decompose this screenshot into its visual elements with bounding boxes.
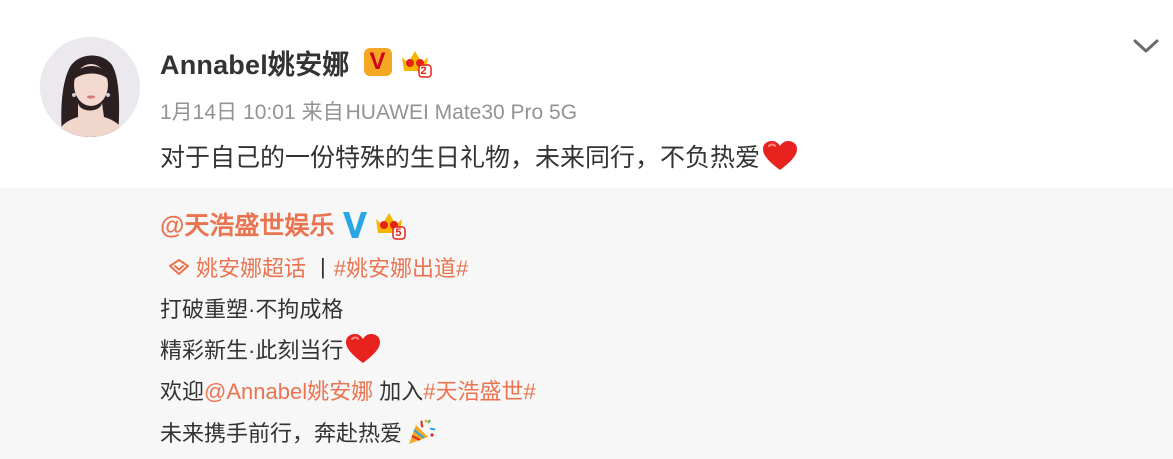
post-time[interactable]: 10:01 (243, 101, 296, 124)
post-text: 对于自己的一份特殊的生日礼物，未来同行，不负热爱 (160, 138, 798, 174)
chevron-down-icon[interactable] (1129, 30, 1163, 64)
vip-level: 2 (420, 65, 427, 77)
heart-emoji-icon (346, 334, 381, 363)
verified-badge-letter: V (369, 48, 386, 75)
vip-level: 5 (395, 227, 402, 239)
repost-card[interactable]: @天浩盛世娱乐 5 姚安娜超话 | #姚安娜出道# 打破重塑·不拘成格 精彩新生… (0, 188, 1173, 459)
avatar-portrait (40, 37, 140, 137)
post-source: HUAWEI Mate30 Pro 5G (345, 101, 578, 124)
hashtag-link[interactable]: #天浩盛世# (423, 374, 535, 406)
repost-line-2: 精彩新生·此刻当行 (160, 333, 381, 365)
separator: | (320, 254, 326, 279)
blue-verified-icon (340, 207, 370, 241)
heart-emoji-icon (763, 141, 798, 170)
repost-author-row: @天浩盛世娱乐 5 (160, 204, 407, 244)
party-popper-icon (409, 419, 436, 444)
repost-line-4-text: 未来携手前行，奔赴热爱 (160, 421, 403, 446)
repost-author-name[interactable]: @天浩盛世娱乐 (160, 206, 334, 242)
repost-line-4: 未来携手前行，奔赴热爱 (160, 416, 436, 448)
source-prefix: 来自 (301, 101, 344, 124)
topic-row: 姚安娜超话 | #姚安娜出道# (168, 250, 468, 284)
line3-middle: 加入 (373, 379, 424, 404)
mention-link[interactable]: @Annabel姚安娜 (204, 374, 373, 406)
super-topic-icon (169, 259, 189, 275)
post-meta: 1月14日 10:01 来自HUAWEI Mate30 Pro 5G (160, 96, 583, 126)
verified-badge-icon: V (363, 48, 392, 76)
avatar[interactable] (40, 37, 140, 137)
line3-prefix: 欢迎 (160, 379, 205, 404)
hashtag-link[interactable]: #姚安娜出道# (334, 251, 468, 283)
super-topic-link[interactable]: 姚安娜超话 (196, 251, 306, 283)
post-date[interactable]: 1月14日 (160, 101, 237, 124)
repost-line-1: 打破重塑·不拘成格 (160, 297, 344, 322)
author-row: Annabel姚安娜 V 2 (160, 40, 432, 84)
post-text-content: 对于自己的一份特殊的生日礼物，未来同行，不负热爱 (160, 144, 761, 172)
repost-line-3: 欢迎 @Annabel姚安娜 加入 #天浩盛世# (160, 374, 536, 406)
vip-crown-icon[interactable]: 2 (398, 45, 432, 79)
vip-crown-icon[interactable]: 5 (372, 207, 407, 241)
author-name[interactable]: Annabel姚安娜 (160, 43, 350, 82)
repost-line-2-text: 精彩新生·此刻当行 (160, 338, 344, 363)
weibo-post: Annabel姚安娜 V 2 1月14日 10:01 来自HUAWEI Mate30… (0, 0, 1173, 459)
